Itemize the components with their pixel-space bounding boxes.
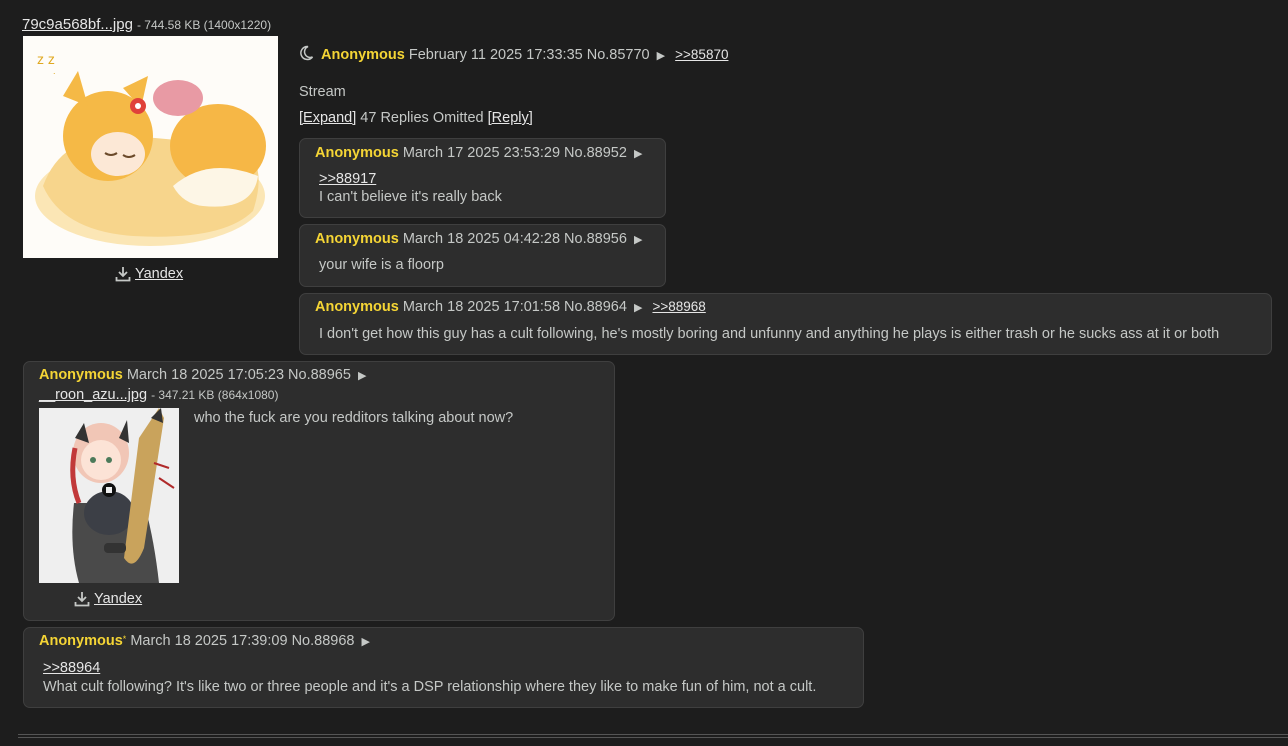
poster-name: Anonymous [315, 299, 399, 315]
crescent-moon-icon[interactable] [298, 45, 314, 61]
op-thread-controls: [Expand] 47 Replies Omitted [Reply] [299, 110, 533, 126]
reply-header: Anonymous* March 18 2025 17:39:09 No.889… [39, 633, 370, 649]
op-yandex-search[interactable]: Yandex [115, 266, 183, 282]
post-date: March 17 2025 23:53:29 [402, 145, 561, 161]
post-text: I don't get how this guy has a cult foll… [319, 326, 1220, 342]
op-yandex-link[interactable]: Yandex [135, 266, 183, 282]
poster-name: Anonymous [39, 633, 123, 649]
poster-flag-icon: * [122, 634, 127, 644]
post-date: March 18 2025 17:05:23 [126, 367, 285, 383]
reply-post-88952: Anonymous March 17 2025 23:53:29 No.8895… [299, 138, 666, 218]
post-text: I can't believe it's really back [319, 189, 502, 205]
poster-name: Anonymous [315, 145, 399, 161]
op-post-text: Stream [299, 84, 346, 100]
op-file-info: 79c9a568bf...jpg - 744.58 KB (1400x1220) [22, 16, 271, 33]
svg-text:.: . [53, 66, 56, 76]
triangle-right-icon[interactable]: ▶ [634, 234, 642, 246]
reply-header: Anonymous March 17 2025 23:53:29 No.8895… [315, 145, 642, 161]
quote-link[interactable]: >>88964 [43, 660, 100, 676]
poster-name: Anonymous [39, 367, 123, 383]
reply-header: Anonymous March 18 2025 17:05:23 No.8896… [39, 367, 366, 383]
post-date: March 18 2025 17:39:09 [130, 633, 288, 649]
reply-post-88964: Anonymous March 18 2025 17:01:58 No.8896… [299, 293, 1272, 355]
svg-text:z z: z z [37, 51, 55, 67]
post-text: your wife is a floorp [319, 257, 444, 273]
op-poster-name: Anonymous [321, 47, 405, 63]
reply-file-link[interactable]: __roon_azu...jpg [39, 387, 147, 403]
omitted-replies-text: 47 Replies Omitted [360, 110, 484, 126]
op-post-number[interactable]: No.85770 [587, 47, 650, 63]
op-thumbnail-image: z z . [23, 36, 278, 258]
reply-thumbnail-image [39, 408, 179, 583]
post-number[interactable]: No.88965 [288, 367, 351, 383]
op-file-size: - 744.58 KB (1400x1220) [136, 18, 272, 32]
triangle-right-icon[interactable]: ▶ [634, 302, 642, 314]
post-text: who the fuck are you redditors talking a… [194, 410, 514, 426]
reply-yandex-search[interactable]: Yandex [74, 591, 142, 607]
reply-header: Anonymous March 18 2025 04:42:28 No.8895… [315, 231, 642, 247]
triangle-right-icon[interactable]: ▶ [657, 50, 665, 62]
op-file-link[interactable]: 79c9a568bf...jpg [22, 16, 133, 33]
triangle-right-icon[interactable]: ▶ [634, 148, 642, 160]
post-number[interactable]: No.88968 [292, 633, 355, 649]
expand-button[interactable]: [Expand] [299, 110, 356, 126]
reply-thumbnail[interactable] [39, 408, 179, 583]
op-backlink[interactable]: >>85870 [675, 47, 728, 62]
reply-header: Anonymous March 18 2025 17:01:58 No.8896… [315, 299, 706, 315]
backlink[interactable]: >>88968 [652, 299, 705, 314]
reply-post-88968: Anonymous* March 18 2025 17:39:09 No.889… [23, 627, 864, 708]
thread-divider [18, 734, 1288, 738]
post-number[interactable]: No.88964 [564, 299, 627, 315]
reply-yandex-link[interactable]: Yandex [94, 591, 142, 607]
poster-name: Anonymous [315, 231, 399, 247]
reply-post-88956: Anonymous March 18 2025 04:42:28 No.8895… [299, 224, 666, 287]
post-text: What cult following? It's like two or th… [43, 679, 817, 695]
reply-file-info: __roon_azu...jpg - 347.21 KB (864x1080) [39, 387, 278, 403]
op-thumbnail[interactable]: z z . [23, 36, 278, 258]
reply-button[interactable]: [Reply] [488, 110, 533, 126]
download-icon [74, 592, 90, 607]
quote-link[interactable]: >>88917 [319, 171, 376, 187]
download-icon [115, 267, 131, 282]
op-post-date: February 11 2025 17:33:35 [408, 47, 583, 63]
reply-post-88965: Anonymous March 18 2025 17:05:23 No.8896… [23, 361, 615, 621]
op-post-header: Anonymous February 11 2025 17:33:35 No.8… [298, 45, 728, 63]
triangle-right-icon[interactable]: ▶ [361, 636, 369, 648]
reply-file-size: - 347.21 KB (864x1080) [151, 388, 279, 402]
post-number[interactable]: No.88956 [564, 231, 627, 247]
post-date: March 18 2025 17:01:58 [402, 299, 561, 315]
triangle-right-icon[interactable]: ▶ [358, 370, 366, 382]
post-date: March 18 2025 04:42:28 [402, 231, 561, 247]
post-number[interactable]: No.88952 [564, 145, 627, 161]
